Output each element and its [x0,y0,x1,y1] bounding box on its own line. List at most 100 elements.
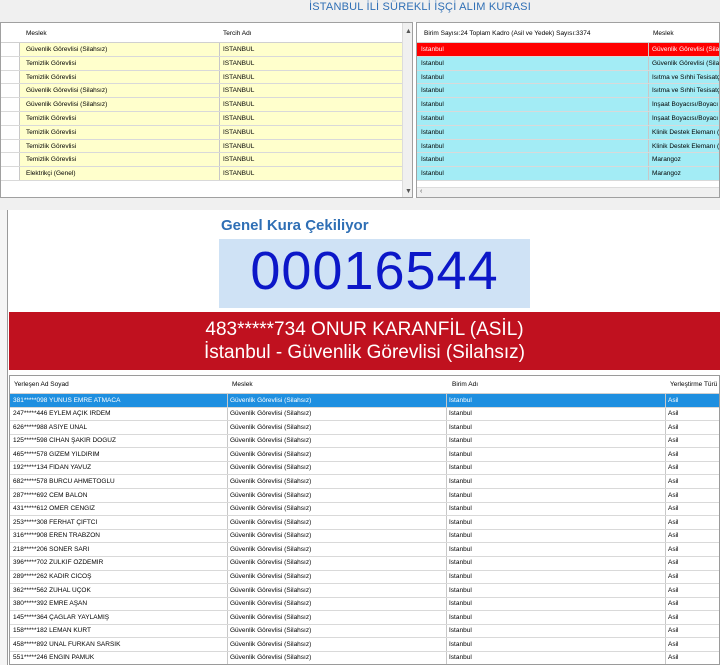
cell-meslek: Güvenlik Görevlisi (Silahsız) [230,450,312,458]
cell-meslek: Güvenlik Görevlisi (Silahsız) [230,423,312,431]
unit-row[interactable]: İstanbul İnşaat Boyacısı/Boyacı [417,111,719,126]
column-header-yerlesen[interactable]: Yerleşen Ad Soyad [14,381,69,388]
units-header: Birim Sayısı:24 Toplam Kadro (Asil ve Ye… [417,23,719,43]
column-header-meslek[interactable]: Meslek [26,30,47,37]
assignment-row[interactable]: Güvenlik Görevlisi (Silahsız) İSTANBUL [1,84,412,99]
result-row[interactable]: 218*****206 SONER SARI Güvenlik Görevlisi… [10,543,719,557]
result-row[interactable]: 458*****892 ÜNAL FURKAN SARSIK Güvenlik G… [10,638,719,652]
cell-birim-adi: İstanbul [449,423,472,431]
result-row[interactable]: 145*****364 ÇAĞLAR YAYLAMIŞ Güvenlik Göre… [10,611,719,625]
scroll-down-icon[interactable]: ▼ [405,188,412,195]
row-header[interactable] [1,43,20,56]
row-header[interactable] [1,139,20,153]
result-row[interactable]: 682*****578 BURCU AHMETOĞLU Güvenlik Göre… [10,475,719,490]
cell-birim-adi: İstanbul [449,627,472,635]
unit-row[interactable]: İstanbul Klinik Destek Elemanı (K [417,125,719,140]
cell-meslek: Temizlik Görevlisi [26,142,77,150]
results-grid[interactable]: Yerleşen Ad Soyad Meslek Birim Adı Yerle… [9,375,720,665]
cell-divider [665,584,666,597]
cell-divider [665,543,666,556]
result-row[interactable]: 551*****246 ENGİN PAMUK Güvenlik Görevlis… [10,651,719,664]
result-row[interactable]: 362*****562 ZÜHAL ÜÇOK Güvenlik Görevlisi… [10,584,719,598]
cell-meslek: Güvenlik Görevlisi (Silahsız) [230,613,312,621]
cell-divider [227,448,228,461]
result-row[interactable]: 626*****988 ASİYE ÜNAL Güvenlik Görevlisi… [10,421,719,435]
row-header[interactable] [1,167,20,180]
units-grid[interactable]: Birim Sayısı:24 Toplam Kadro (Asil ve Ye… [416,22,720,198]
assignments-vertical-scrollbar[interactable]: ▲ ▼ [402,23,412,197]
scroll-left-icon[interactable]: ‹ [420,188,422,195]
result-row[interactable]: 287*****692 CEM BALON Güvenlik Görevlisi … [10,489,719,503]
units-horizontal-scrollbar[interactable]: ‹ [417,187,719,197]
unit-row[interactable]: İstanbul Marangoz [417,153,719,168]
cell-yerlestirme-turu: Asil [668,545,679,553]
column-header-birim-adi[interactable]: Birim Adı [452,381,478,388]
cell-meslek: Klinik Destek Elemanı (K [652,142,720,150]
cell-tercih-adi: İSTANBUL [223,46,255,53]
unit-row[interactable]: İstanbul Marangoz [417,167,719,181]
cell-divider [227,543,228,556]
result-row[interactable]: 380*****392 EMRE AŞAN Güvenlik Görevlisi … [10,597,719,612]
column-header-tercih-adi[interactable]: Tercih Adı [223,30,252,37]
column-header-meslek[interactable]: Meslek [653,30,674,37]
assignment-row[interactable]: Temizlik Görevlisi İSTANBUL [1,56,412,71]
result-row[interactable]: 253*****308 FERHAT ÇİFTCİ Güvenlik Görevl… [10,516,719,530]
cell-divider [665,529,666,543]
assignment-row[interactable]: Temizlik Görevlisi İSTANBUL [1,70,412,85]
result-row[interactable]: 316*****908 EREN TRABZON Güvenlik Görevli… [10,529,719,544]
cell-tercih-adi: İSTANBUL [223,87,255,95]
draw-counter-box: 00016544 [219,239,530,308]
unit-row[interactable]: İstanbul Güvenlik Görevlisi (Silah [417,43,719,57]
cell-divider [227,461,228,475]
result-row[interactable]: 465*****578 GİZEM YILDIRIM Güvenlik Görev… [10,448,719,462]
assignment-row[interactable]: Temizlik Görevlisi İSTANBUL [1,111,412,126]
cell-divider [446,638,447,651]
row-header[interactable] [1,98,20,111]
cell-birim-adi: İstanbul [449,532,472,540]
cell-yerlesen: 125*****598 CİHAN ŞAKİR DOĞUZ [13,437,116,445]
row-header[interactable] [1,70,20,84]
cell-birim: İstanbul [421,59,444,67]
result-row[interactable]: 125*****598 CİHAN ŞAKİR DOĞUZ Güvenlik Gö… [10,434,719,449]
row-header[interactable] [1,84,20,98]
result-row[interactable]: 289*****262 KADİR CİCOŞ Güvenlik Görevlis… [10,570,719,585]
column-header-yerlestirme-turu[interactable]: Yerleştirme Türü [670,381,717,388]
row-header[interactable] [1,56,20,70]
cell-divider [665,611,666,624]
cell-divider [227,475,228,489]
cell-divider [648,56,649,70]
unit-row[interactable]: İstanbul İnşaat Boyacısı/Boyacı [417,98,719,112]
unit-row[interactable]: İstanbul Isıtma ve Sıhhi Tesisatçı [417,70,719,85]
scroll-up-icon[interactable]: ▲ [405,28,412,35]
result-row[interactable]: 247*****446 EYLEM AÇIK İRDEM Güvenlik Gör… [10,407,719,422]
assignment-row[interactable]: Temizlik Görevlisi İSTANBUL [1,153,412,168]
result-row[interactable]: 158*****182 LEMAN KURT Güvenlik Görevlisi… [10,624,719,639]
assignment-row[interactable]: Temizlik Görevlisi İSTANBUL [1,139,412,154]
assignment-row[interactable]: Temizlik Görevlisi İSTANBUL [1,125,412,140]
result-row[interactable]: 192*****134 FİDAN YAVUZ Güvenlik Görevlis… [10,461,719,476]
cell-yerlestirme-turu: Asil [668,450,679,458]
column-header-meslek[interactable]: Meslek [232,381,253,388]
row-header[interactable] [1,153,20,167]
assignment-row[interactable]: Elektrikçi (Genel) İSTANBUL [1,167,412,181]
cell-yerlesen: 192*****134 FİDAN YAVUZ [13,464,92,472]
result-row[interactable]: 431*****612 ÖMER CENGİZ Güvenlik Görevlis… [10,502,719,517]
row-header[interactable] [1,111,20,125]
assignment-row[interactable]: Güvenlik Görevlisi (Silahsız) İSTANBUL [1,98,412,112]
unit-row[interactable]: İstanbul Klinik Destek Elemanı (K [417,139,720,154]
app-title: İSTANBUL İLİ SÜREKLİ İŞÇİ ALIM KURASI [309,1,531,13]
assignments-grid[interactable]: Meslek Tercih Adı Güvenlik Görevlisi (Si… [0,22,413,198]
unit-row[interactable]: İstanbul Güvenlik Görevlisi (Silah [417,56,719,71]
winner-placement: İstanbul - Güvenlik Görevlisi (Silahsız) [204,342,525,363]
column-header-birim[interactable]: Birim Sayısı:24 Toplam Kadro (Asil ve Ye… [424,30,590,37]
unit-row[interactable]: İstanbul Isıtma ve Sıhhi Tesisatçı [417,84,719,99]
cell-meslek: Güvenlik Görevlisi (Silahsız) [230,559,312,567]
assignment-row[interactable]: Güvenlik Görevlisi (Silahsız) İSTANBUL [1,43,412,57]
cell-yerlesen: 362*****562 ZÜHAL ÜÇOK [13,586,91,594]
result-row[interactable]: 381*****098 YUNUS EMRE ATMACA Güvenlik Gö… [10,394,719,408]
cell-birim-adi: İstanbul [449,586,472,594]
row-header[interactable] [1,125,20,139]
cell-divider [227,502,228,516]
cell-divider [227,597,228,611]
result-row[interactable]: 396*****702 ZÜLKİF ÖZDEMİR Güvenlik Görev… [10,556,719,571]
